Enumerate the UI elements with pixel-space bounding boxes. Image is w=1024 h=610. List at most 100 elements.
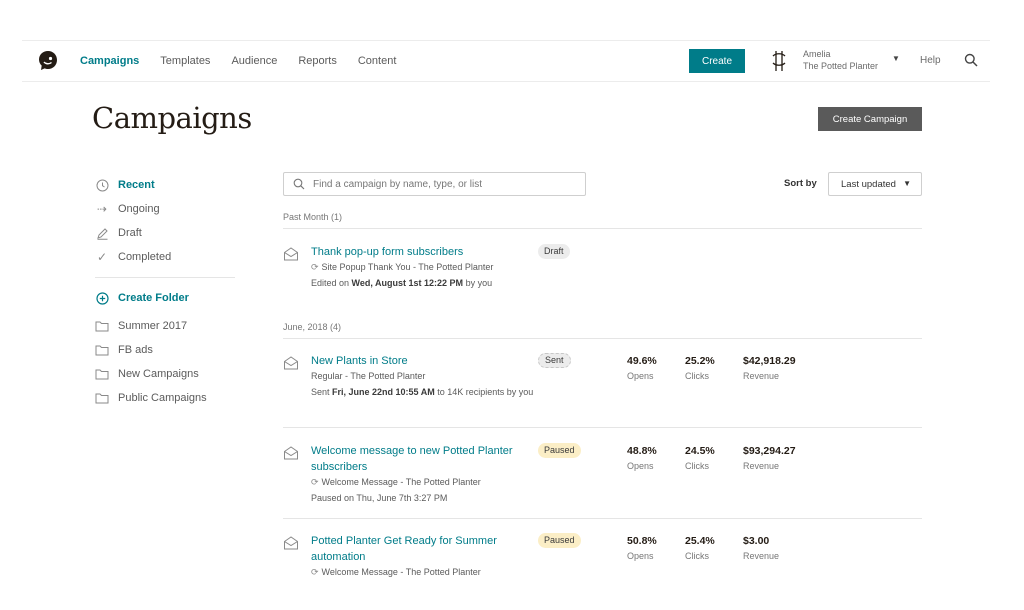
campaign-status-line: Paused on Thu, June 7th 3:27 PM [311, 490, 541, 506]
sidebar-folder-public-campaigns[interactable]: Public Campaigns [95, 386, 235, 410]
opens-value: 50.8% [627, 535, 657, 547]
email-campaign-icon [284, 536, 298, 550]
folder-label: Public Campaigns [118, 392, 207, 404]
account-logo-icon[interactable] [770, 49, 788, 73]
email-campaign-icon [284, 247, 298, 261]
status-badge-draft: Draft [538, 244, 570, 259]
campaign-status-line: Edited on Wed, August 1st 12:22 PM by yo… [311, 275, 541, 291]
revenue-label: Revenue [743, 371, 780, 381]
campaign-status-pre: Edited on [311, 278, 352, 288]
sort-dropdown[interactable]: Last updated ▼ [828, 172, 922, 196]
campaign-name-link[interactable]: Thank pop-up form subscribers [311, 244, 531, 260]
divider [283, 338, 922, 339]
nav-reports[interactable]: Reports [298, 55, 337, 67]
clicks-value: 25.2% [685, 355, 715, 367]
search-icon[interactable] [964, 53, 978, 67]
status-badge-paused: Paused [538, 533, 581, 548]
campaign-status-date: Wed, August 1st 12:22 PM [351, 278, 464, 288]
arrow-right-icon: ⇢ [96, 202, 108, 216]
campaign-type: Regular - The Potted Planter [311, 371, 426, 381]
divider [283, 518, 922, 519]
revenue-stat: $3.00 Revenue [743, 533, 779, 563]
search-input[interactable] [313, 178, 573, 190]
campaign-name-link[interactable]: Potted Planter Get Ready for Summer auto… [311, 533, 531, 565]
sidebar-folder-new-campaigns[interactable]: New Campaigns [95, 362, 235, 386]
recurring-icon: ⟳ [311, 477, 319, 487]
opens-label: Opens [627, 461, 654, 471]
revenue-label: Revenue [743, 551, 780, 561]
create-folder-button[interactable]: Create Folder [95, 286, 235, 310]
checkmark-icon: ✓ [96, 250, 108, 264]
campaign-status-pre: Sent [311, 387, 333, 397]
nav-content[interactable]: Content [358, 55, 397, 67]
opens-value: 48.8% [627, 445, 657, 457]
campaign-status-post: by you [463, 278, 493, 288]
sidebar-folder-summer-2017[interactable]: Summer 2017 [95, 314, 235, 338]
revenue-stat: $93,294.27 Revenue [743, 443, 796, 473]
campaign-type: ⟳ Welcome Message - The Potted Planter [311, 474, 541, 490]
help-link[interactable]: Help [920, 55, 941, 66]
clicks-label: Clicks [685, 551, 709, 561]
create-folder-label: Create Folder [118, 292, 189, 304]
sidebar-item-label: Recent [118, 179, 155, 191]
opens-label: Opens [627, 371, 654, 381]
sort-value: Last updated [841, 178, 896, 190]
account-menu[interactable]: Amelia The Potted Planter [803, 48, 878, 72]
opens-stat: 50.8% Opens [627, 533, 657, 563]
campaign-status-pre: Paused on [311, 493, 357, 503]
campaign-status-post: to 14K recipients by you [434, 387, 534, 397]
revenue-value: $3.00 [743, 535, 770, 547]
account-name: Amelia [803, 49, 831, 59]
clicks-value: 25.4% [685, 535, 715, 547]
nav-audience[interactable]: Audience [231, 55, 277, 67]
chevron-down-icon[interactable]: ▼ [892, 54, 900, 63]
campaign-search [283, 172, 586, 196]
sidebar-folder-fb-ads[interactable]: FB ads [95, 338, 235, 362]
pencil-icon [95, 226, 109, 240]
clicks-stat: 24.5% Clicks [685, 443, 715, 473]
campaign-name-link[interactable]: New Plants in Store [311, 353, 531, 369]
nav-templates[interactable]: Templates [160, 55, 210, 67]
create-button[interactable]: Create [689, 49, 745, 73]
clicks-label: Clicks [685, 461, 709, 471]
folder-icon [95, 319, 109, 333]
clicks-stat: 25.4% Clicks [685, 533, 715, 563]
folder-icon [95, 343, 109, 357]
nav-campaigns[interactable]: Campaigns [80, 55, 139, 67]
campaign-type-text: Welcome Message - The Potted Planter [321, 477, 481, 487]
primary-nav: Campaigns Templates Audience Reports Con… [80, 41, 417, 81]
campaign-type-text: Welcome Message - The Potted Planter [321, 567, 481, 577]
opens-value: 49.6% [627, 355, 657, 367]
folder-icon [95, 367, 109, 381]
campaign-type-text: Site Popup Thank You - The Potted Plante… [321, 262, 494, 272]
sidebar-item-ongoing[interactable]: ⇢ Ongoing [95, 197, 235, 221]
status-badge-paused: Paused [538, 443, 581, 458]
sidebar-item-draft[interactable]: Draft [95, 221, 235, 245]
divider [283, 228, 922, 229]
campaign-type: ⟳ Welcome Message - The Potted Planter [311, 564, 541, 580]
revenue-label: Revenue [743, 461, 780, 471]
sidebar-divider [95, 277, 235, 278]
mailchimp-logo-icon[interactable] [36, 49, 60, 73]
campaign-status-line: Sent Fri, June 22nd 10:55 AM to 14K reci… [311, 384, 541, 400]
revenue-value: $93,294.27 [743, 445, 796, 457]
opens-stat: 49.6% Opens [627, 353, 657, 383]
folder-label: Summer 2017 [118, 320, 188, 332]
clock-icon [95, 178, 109, 192]
clicks-label: Clicks [685, 371, 709, 381]
opens-label: Opens [627, 551, 654, 561]
divider [283, 427, 922, 428]
email-campaign-icon [284, 446, 298, 460]
sidebar-item-recent[interactable]: Recent [95, 173, 235, 197]
sidebar-item-completed[interactable]: ✓ Completed [95, 245, 235, 269]
group-label-june: June, 2018 (4) [283, 322, 342, 332]
folder-label: FB ads [118, 344, 153, 356]
group-label-past-month: Past Month (1) [283, 212, 343, 222]
sidebar-item-label: Completed [118, 251, 172, 263]
campaign-status-date: Fri, June 22nd 10:55 AM [332, 387, 435, 397]
account-org: The Potted Planter [803, 61, 879, 71]
sidebar-item-label: Ongoing [118, 203, 160, 215]
create-campaign-button[interactable]: Create Campaign [818, 107, 922, 131]
campaign-name-link[interactable]: Welcome message to new Potted Planter su… [311, 443, 531, 475]
search-icon [293, 178, 305, 190]
